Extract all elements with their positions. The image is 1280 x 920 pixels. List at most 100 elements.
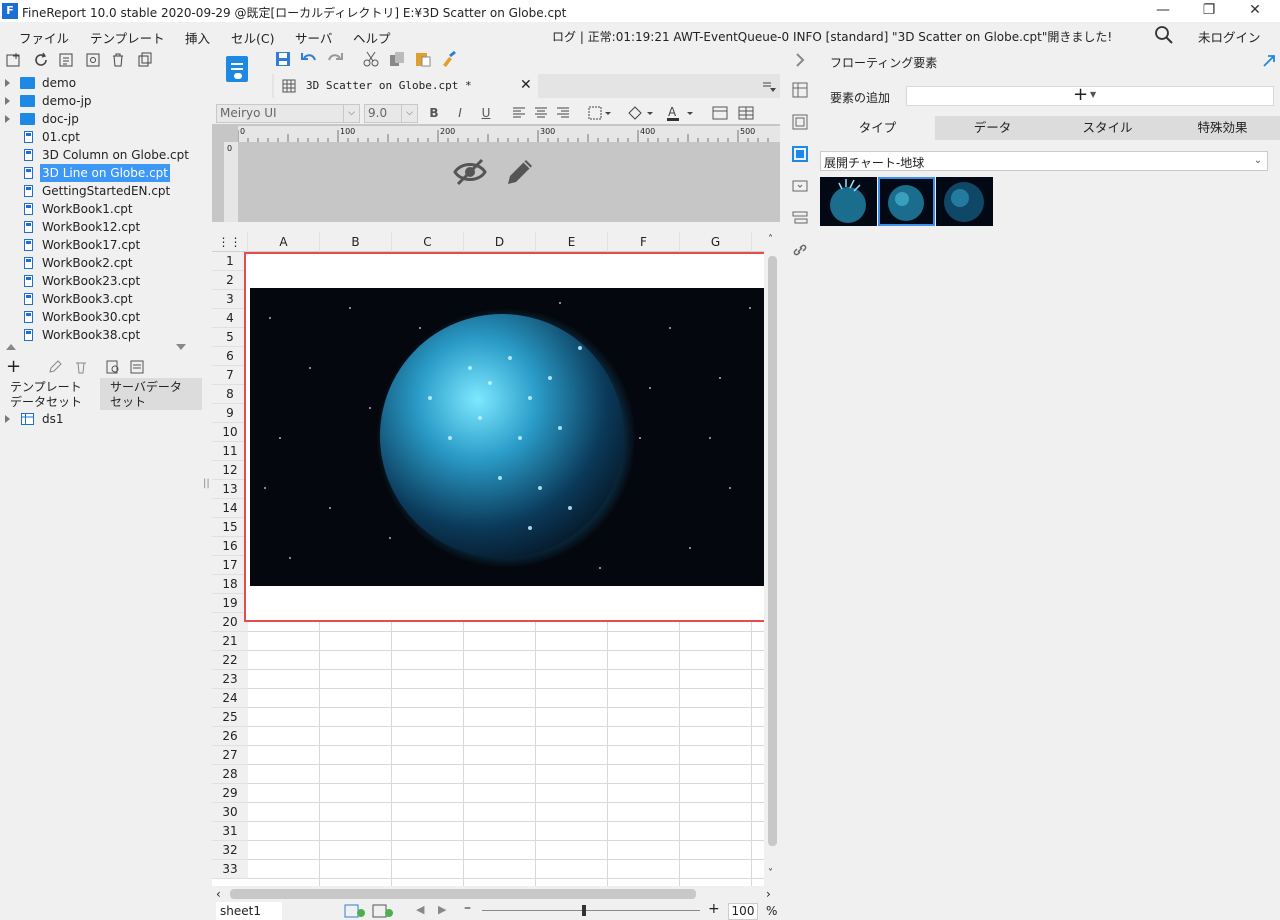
- tab-server-dataset[interactable]: サーバデータ セット: [100, 378, 202, 410]
- floating-element-icon[interactable]: [792, 146, 808, 162]
- row-header-cell[interactable]: 9: [212, 404, 248, 423]
- select-all-corner[interactable]: ⋮⋮: [212, 232, 248, 252]
- tab-template-dataset[interactable]: テンプレート データセット: [0, 378, 100, 410]
- row-header-cell[interactable]: 24: [212, 689, 248, 708]
- row-header-cell[interactable]: 27: [212, 746, 248, 765]
- cell-element-icon[interactable]: [792, 114, 808, 130]
- row-header-cell[interactable]: 25: [212, 708, 248, 727]
- tab-effects[interactable]: 特殊効果: [1165, 116, 1280, 140]
- collapse-up-icon[interactable]: [6, 343, 16, 351]
- column-a[interactable]: A: [248, 232, 320, 252]
- zoom-slider-thumb[interactable]: [582, 905, 586, 916]
- fill-color-icon[interactable]: [626, 105, 654, 121]
- tree-item-demo-jp[interactable]: demo-jp: [0, 92, 192, 110]
- row-header-cell[interactable]: 33: [212, 860, 248, 879]
- edit-icon[interactable]: [48, 360, 62, 374]
- cell-attributes-icon[interactable]: [792, 82, 808, 98]
- dataset-settings-icon[interactable]: [130, 360, 144, 374]
- zoom-out-icon[interactable]: –: [464, 900, 471, 916]
- delete-icon[interactable]: [110, 52, 126, 68]
- column-e[interactable]: E: [536, 232, 608, 252]
- hide-icon[interactable]: [452, 156, 488, 188]
- new-folder-icon[interactable]: [6, 52, 22, 68]
- merge-cells-icon[interactable]: [712, 106, 728, 120]
- add-dataset-icon[interactable]: +: [6, 356, 21, 377]
- edit-pencil-icon[interactable]: [504, 156, 536, 188]
- row-header-cell[interactable]: 7: [212, 366, 248, 385]
- tree-item-file[interactable]: WorkBook23.cpt: [0, 272, 192, 290]
- row-header-cell[interactable]: 2: [212, 271, 248, 290]
- row-header-cell[interactable]: 23: [212, 670, 248, 689]
- row-header-cell[interactable]: 1: [212, 252, 248, 271]
- row-header-cell[interactable]: 10: [212, 423, 248, 442]
- expand-arrow-icon[interactable]: [5, 79, 10, 87]
- delete-icon[interactable]: [74, 360, 88, 374]
- open-template-icon[interactable]: [58, 52, 74, 68]
- zoom-input[interactable]: 100: [728, 903, 758, 920]
- tree-item-demo[interactable]: demo: [0, 74, 192, 92]
- expand-panel-icon[interactable]: [1262, 54, 1276, 68]
- menu-cell[interactable]: セル(C): [231, 28, 274, 47]
- scroll-left-icon[interactable]: ‹: [216, 887, 221, 901]
- panel-splitter[interactable]: [0, 340, 206, 356]
- row-header-cell[interactable]: 4: [212, 309, 248, 328]
- login-link[interactable]: 未ログイン: [1198, 27, 1261, 46]
- row-header-cell[interactable]: 11: [212, 442, 248, 461]
- zoom-in-icon[interactable]: +: [708, 901, 720, 917]
- search-icon[interactable]: [1154, 25, 1174, 45]
- log-status[interactable]: ログ | 正常:01:19:21 AWT-EventQueue-0 INFO […: [552, 28, 1112, 45]
- paste-icon[interactable]: [414, 50, 432, 68]
- menu-insert[interactable]: 挿入: [185, 28, 210, 47]
- tree-item-doc-jp[interactable]: doc-jp: [0, 110, 192, 128]
- expand-arrow-icon[interactable]: [5, 97, 10, 105]
- menu-file[interactable]: ファイル: [19, 28, 69, 47]
- bold-icon[interactable]: B: [426, 105, 442, 121]
- close-button[interactable]: ✕: [1232, 0, 1278, 22]
- tree-item-file[interactable]: WorkBook2.cpt: [0, 254, 192, 272]
- expand-arrow-icon[interactable]: [5, 115, 10, 123]
- row-header-cell[interactable]: 16: [212, 537, 248, 556]
- floating-chart-element[interactable]: [244, 252, 764, 622]
- row-header-cell[interactable]: 19: [212, 594, 248, 613]
- font-color-icon[interactable]: A: [666, 105, 694, 121]
- font-family-select[interactable]: Meiryo UI ⌵: [216, 104, 360, 123]
- row-header-cell[interactable]: 22: [212, 651, 248, 670]
- horizontal-scrollbar[interactable]: ‹ ›: [212, 886, 780, 902]
- add-sheet-form-icon[interactable]: [372, 904, 394, 918]
- tree-item-file[interactable]: WorkBook12.cpt: [0, 218, 192, 236]
- tree-item-file[interactable]: 3D Column on Globe.cpt: [0, 146, 192, 164]
- menu-help[interactable]: ヘルプ: [353, 28, 391, 47]
- row-header-cell[interactable]: 5: [212, 328, 248, 347]
- tree-item-file[interactable]: WorkBook3.cpt: [0, 290, 192, 308]
- row-header-cell[interactable]: 20: [212, 613, 248, 632]
- preview-icon[interactable]: [106, 360, 120, 374]
- row-header-cell[interactable]: 32: [212, 841, 248, 860]
- border-icon[interactable]: [588, 106, 612, 120]
- chart-thumb-column-globe[interactable]: [820, 177, 877, 226]
- minimize-button[interactable]: —: [1140, 0, 1186, 22]
- format-painter-icon[interactable]: [440, 50, 458, 68]
- vertical-scrollbar[interactable]: ˄ ˅: [765, 232, 780, 886]
- copy-icon[interactable]: [137, 52, 153, 68]
- sheet-tab[interactable]: sheet1: [216, 902, 282, 920]
- row-header-cell[interactable]: 21: [212, 632, 248, 651]
- settings-icon[interactable]: [85, 52, 101, 68]
- collapse-down-icon[interactable]: [176, 343, 186, 351]
- zoom-slider[interactable]: [482, 910, 700, 911]
- scroll-up-icon[interactable]: ˄: [768, 234, 773, 245]
- splitter-grip[interactable]: ||: [203, 478, 210, 494]
- chart-thumb-line-globe-selected[interactable]: [878, 177, 935, 226]
- column-c[interactable]: C: [392, 232, 464, 252]
- align-right-icon[interactable]: [556, 106, 570, 120]
- collapse-right-icon[interactable]: [795, 52, 805, 68]
- vertical-scroll-thumb[interactable]: [768, 256, 777, 846]
- tree-item-file[interactable]: 01.cpt: [0, 128, 192, 146]
- prev-sheet-icon[interactable]: ◀: [416, 903, 424, 916]
- refresh-icon[interactable]: [33, 52, 49, 68]
- tab-type[interactable]: タイプ: [820, 116, 935, 140]
- tree-item-file-selected[interactable]: 3D Line on Globe.cpt: [0, 164, 192, 182]
- column-b[interactable]: B: [320, 232, 392, 252]
- globe-chart-image[interactable]: [250, 288, 764, 586]
- tab-data[interactable]: データ: [935, 116, 1050, 140]
- italic-icon[interactable]: I: [452, 105, 468, 121]
